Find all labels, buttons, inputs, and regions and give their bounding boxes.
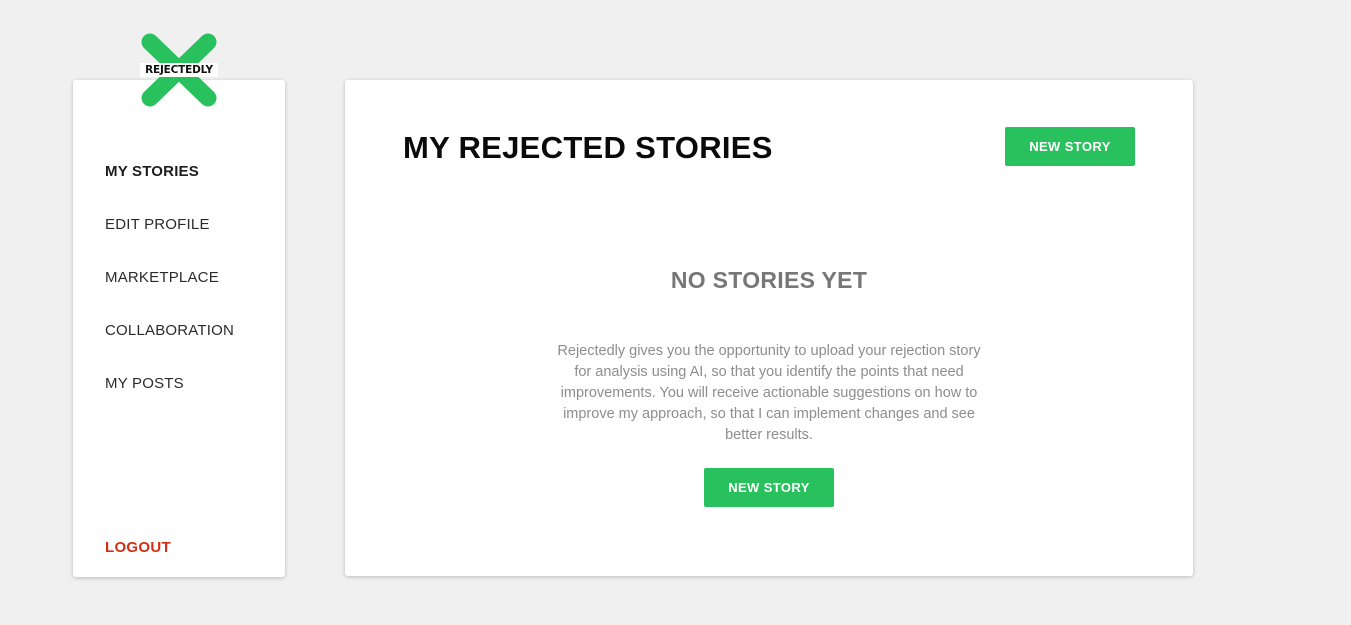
brand-logo[interactable]: REJECTEDLY — [140, 32, 218, 108]
page: MY STORIES EDIT PROFILE MARKETPLACE COLL… — [0, 0, 1351, 625]
logout-link[interactable]: LOGOUT — [105, 539, 171, 556]
main-card: MY REJECTED STORIES NEW STORY NO STORIES… — [345, 80, 1193, 576]
empty-state-description: Rejectedly gives you the opportunity to … — [557, 343, 981, 443]
sidebar: MY STORIES EDIT PROFILE MARKETPLACE COLL… — [73, 80, 285, 577]
empty-state-title: NO STORIES YET — [670, 267, 868, 293]
sidebar-item-my-stories[interactable]: MY STORIES — [105, 163, 199, 180]
sidebar-item-marketplace[interactable]: MARKETPLACE — [105, 269, 219, 286]
sidebar-item-collaboration[interactable]: COLLABORATION — [105, 322, 234, 339]
sidebar-item-my-posts[interactable]: MY POSTS — [105, 375, 184, 392]
page-title: MY REJECTED STORIES — [403, 130, 773, 165]
empty-state-new-story-button[interactable]: NEW STORY — [704, 468, 834, 507]
new-story-button[interactable]: NEW STORY — [1005, 127, 1135, 166]
brand-name: REJECTEDLY — [145, 64, 213, 76]
sidebar-item-edit-profile[interactable]: EDIT PROFILE — [105, 216, 210, 233]
